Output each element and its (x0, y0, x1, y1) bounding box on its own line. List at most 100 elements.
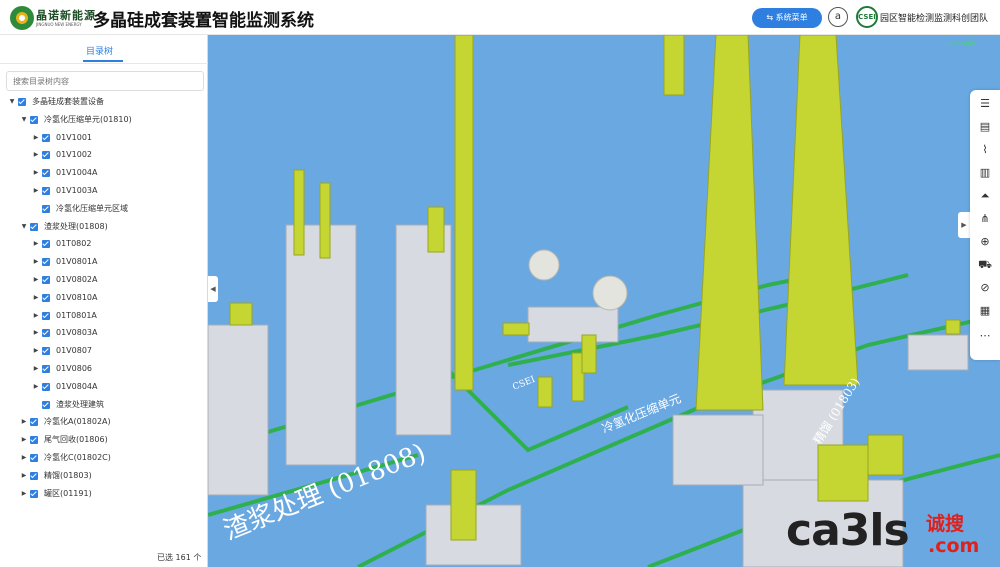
tree-node[interactable]: ▶ 01T0802 (32, 235, 200, 253)
caret-right-icon[interactable]: ▶ (20, 467, 28, 485)
tree-checkbox[interactable] (30, 454, 38, 462)
tree-node[interactable]: ▼ 冷氢化压缩单元(01810) (20, 111, 200, 129)
tree-node-label: 01V0801A (56, 257, 98, 267)
tree-checkbox[interactable] (42, 365, 50, 373)
caret-right-icon[interactable]: ▶ (20, 449, 28, 467)
tree-node-label: 01V0803A (56, 328, 98, 338)
tree-node[interactable]: ▶ 01V0810A (32, 289, 200, 307)
tree-checkbox[interactable] (42, 293, 50, 302)
menu-icon: ⇆ (766, 13, 776, 22)
tree-checkbox[interactable] (42, 276, 50, 284)
tree-checkbox[interactable] (30, 115, 38, 124)
caret-right-icon[interactable]: ▶ (32, 289, 40, 307)
tree-node[interactable]: ▶ 冷氢化C(01802C) (20, 449, 200, 467)
tab-directory-tree[interactable]: 目录树 (86, 44, 113, 57)
tree-checkbox[interactable] (30, 489, 38, 498)
tree-checkbox[interactable] (42, 258, 50, 267)
brand-subtitle: JINGNUO NEW ENERGY (36, 22, 82, 27)
tree-node[interactable]: ▶ 01T0801A (32, 307, 200, 325)
hide-icon[interactable]: ⊘ (977, 280, 993, 296)
caret-right-icon[interactable]: ▶ (32, 342, 40, 360)
tree-node[interactable]: ▶ 01V1003A (32, 182, 200, 200)
ground-label-small: CSEI (511, 375, 537, 393)
tree-node-label: 01V1004A (56, 168, 98, 178)
tree-node-label: 01V0802A (56, 275, 98, 284)
tree-checkbox[interactable] (42, 169, 50, 178)
tree-search-input[interactable] (6, 71, 204, 91)
tree-checkbox[interactable] (30, 222, 38, 231)
caret-right-icon[interactable]: ▶ (32, 271, 40, 289)
vehicle-icon[interactable]: ⛟ (977, 257, 993, 273)
tree-node[interactable]: ▶ 冷氢化A(01802A) (20, 413, 200, 431)
tree-node[interactable]: 冷氢化压缩单元区域 (32, 200, 200, 218)
tree-checkbox[interactable] (42, 240, 50, 249)
caret-right-icon[interactable]: ▶ (32, 360, 40, 378)
tree-checkbox[interactable] (42, 311, 50, 320)
system-menu-button[interactable]: ⇆ 系统菜单 (752, 8, 822, 28)
alarm-icon[interactable]: ⏶ (977, 188, 993, 204)
tree-checkbox[interactable] (42, 400, 50, 409)
tree-checkbox[interactable] (42, 133, 50, 142)
caret-right-icon[interactable]: ▶ (32, 324, 40, 342)
tree-node[interactable]: ▶ 01V0804A (32, 378, 200, 396)
tree-node[interactable]: 渣浆处理建筑 (32, 396, 200, 414)
network-icon[interactable]: ⋔ (977, 211, 993, 227)
tree-checkbox[interactable] (42, 187, 50, 195)
tree-checkbox[interactable] (30, 471, 38, 480)
collapse-sidebar-button[interactable]: ◀ (208, 276, 218, 302)
tree-node[interactable]: ▶ 罐区(01191) (20, 485, 200, 503)
tree-node[interactable]: ▶ 精馏(01803) (20, 467, 200, 485)
more-icon[interactable]: ⋯ (977, 328, 993, 344)
caret-down-icon[interactable]: ▼ (20, 111, 28, 129)
document-icon[interactable]: ▤ (977, 119, 993, 135)
tree-node[interactable]: ▶ 01V0801A (32, 253, 200, 271)
app-header: 晶诺新能源 JINGNUO NEW ENERGY 多晶硅成套装置智能监测系统 ⇆… (0, 0, 1000, 35)
user-avatar[interactable]: a (828, 7, 848, 27)
tree-checkbox[interactable] (42, 347, 50, 356)
tree-node[interactable]: ▶ 01V0803A (32, 324, 200, 342)
tree-checkbox[interactable] (18, 98, 26, 106)
caret-right-icon[interactable]: ▶ (32, 182, 40, 200)
tree-checkbox[interactable] (42, 329, 50, 338)
tree-checkbox[interactable] (42, 151, 50, 160)
tree-node[interactable]: ▶ 01V1001 (32, 129, 200, 147)
grid-icon[interactable]: ▦ (977, 303, 993, 319)
list-icon[interactable]: ☰ (977, 96, 993, 112)
caret-right-icon[interactable]: ▶ (32, 164, 40, 182)
system-menu-label: 系统菜单 (775, 13, 808, 22)
tree-checkbox[interactable] (30, 418, 38, 427)
tree-node[interactable]: ▼ 多晶硅成套装置设备 (8, 93, 200, 111)
caret-down-icon[interactable]: ▼ (8, 93, 16, 111)
tree-checkbox[interactable] (42, 204, 50, 213)
tree-node[interactable]: ▶ 01V1004A (32, 164, 200, 182)
caret-right-icon[interactable]: ▶ (32, 253, 40, 271)
tree-node[interactable]: ▶ 01V0807 (32, 342, 200, 360)
tree-node-label: 冷氢化C(01802C) (44, 453, 111, 462)
caret-right-icon[interactable]: ▶ (32, 235, 40, 253)
caret-right-icon[interactable]: ▶ (32, 129, 40, 147)
tree-checkbox[interactable] (30, 436, 38, 445)
tree-node[interactable]: ▶ 01V0806 (32, 360, 200, 378)
spherical-tanks (528, 249, 628, 311)
caret-right-icon[interactable]: ▶ (20, 485, 28, 503)
tree-node[interactable]: ▶ 01V1002 (32, 146, 200, 164)
report-icon[interactable]: ▥ (977, 165, 993, 181)
plant-model-canvas[interactable]: 渣浆处理 (01808) 冷氢化压缩单元 精馏 (01803) CSEI (208, 35, 1000, 567)
tree-node[interactable]: ▼ 渣浆处理(01808) (20, 218, 200, 236)
tree-node-label: 01V0807 (56, 346, 93, 356)
3d-plant-viewport[interactable]: 渣浆处理 (01808) 冷氢化压缩单元 精馏 (01803) CSEI (208, 35, 1000, 567)
target-icon[interactable]: ⊕ (977, 234, 993, 250)
expand-panel-button[interactable]: ▶ (958, 212, 970, 238)
caret-right-icon[interactable]: ▶ (20, 413, 28, 431)
caret-right-icon[interactable]: ▶ (20, 431, 28, 449)
caret-right-icon[interactable]: ▶ (32, 378, 40, 396)
caret-right-icon[interactable]: ▶ (32, 146, 40, 164)
chart-icon[interactable]: ⌇ (977, 142, 993, 158)
caret-right-icon[interactable]: ▶ (32, 307, 40, 325)
watermark-logo: ca3ls (786, 505, 910, 556)
tree-node[interactable]: ▶ 01V0802A (32, 271, 200, 289)
caret-down-icon[interactable]: ▼ (20, 218, 28, 236)
tree-node[interactable]: ▶ 尾气回收(01806) (20, 431, 200, 449)
tree-checkbox[interactable] (42, 382, 50, 391)
tree-node-label: 尾气回收(01806) (44, 435, 108, 445)
